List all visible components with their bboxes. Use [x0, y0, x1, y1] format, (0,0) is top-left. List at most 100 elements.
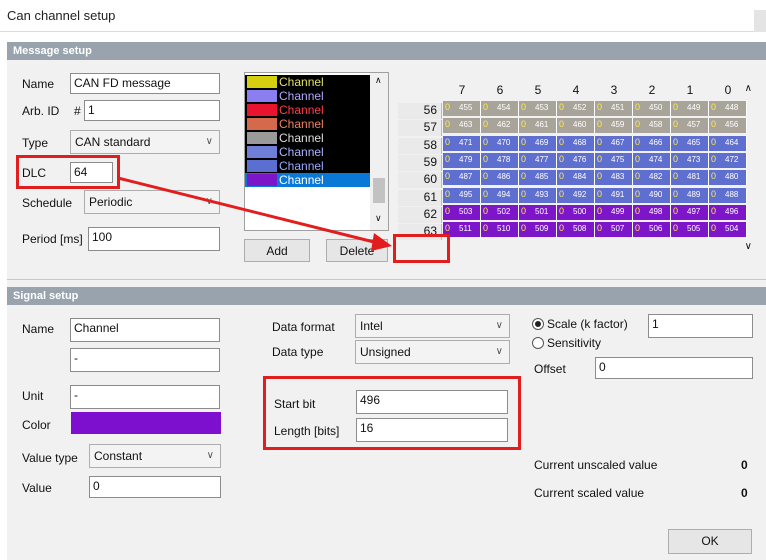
arb-id-input[interactable]: 1	[84, 100, 220, 121]
grid-bit-cell[interactable]: 0 497	[671, 204, 709, 220]
grid-bit-cell[interactable]: 0 478	[481, 152, 519, 168]
chevron-up-icon[interactable]: ∧	[745, 83, 752, 94]
data-format-select[interactable]: Intel ∨	[355, 314, 510, 338]
grid-bit-cell[interactable]: 0 510	[481, 222, 519, 238]
grid-bit-cell[interactable]: 0 473	[671, 152, 709, 168]
window-scrollbar[interactable]	[754, 10, 766, 32]
data-type-select[interactable]: Unsigned ∨	[355, 340, 510, 364]
channel-list[interactable]: Channel Channel Channel Channel Channel …	[244, 72, 389, 231]
delete-button[interactable]: Delete	[326, 239, 388, 262]
grid-bit-cell[interactable]: 0 489	[671, 187, 709, 203]
grid-bit-cell[interactable]: 0 475	[595, 152, 633, 168]
channel-list-item[interactable]: Channel	[245, 103, 371, 117]
value-type-select[interactable]: Constant ∨	[89, 444, 221, 468]
grid-bit-cell[interactable]: 0 454	[481, 101, 519, 116]
signal-name-input[interactable]: Channel	[70, 318, 220, 342]
ok-button[interactable]: OK	[668, 529, 752, 554]
channel-list-item[interactable]: Channel	[245, 159, 371, 173]
channel-list-item[interactable]: Channel	[245, 89, 371, 103]
grid-bit-cell[interactable]: 0 504	[709, 222, 747, 238]
grid-bit-cell[interactable]: 0 466	[633, 135, 671, 151]
grid-bit-cell[interactable]: 0 459	[595, 118, 633, 134]
chevron-up-icon[interactable]: ∧	[375, 75, 382, 86]
grid-bit-cell[interactable]: 0 500	[557, 204, 595, 220]
grid-bit-cell[interactable]: 0 465	[671, 135, 709, 151]
grid-bit-cell[interactable]: 0 506	[633, 222, 671, 238]
grid-bit-cell[interactable]: 0 470	[481, 135, 519, 151]
grid-bit-cell[interactable]: 0 467	[595, 135, 633, 151]
grid-bit-cell[interactable]: 0 448	[709, 101, 747, 116]
grid-bit-cell[interactable]: 0 463	[443, 118, 481, 134]
grid-bit-cell[interactable]: 0 482	[633, 170, 671, 186]
grid-bit-cell[interactable]: 0 452	[557, 101, 595, 116]
grid-row-label[interactable]: 58	[398, 137, 442, 154]
grid-bit-cell[interactable]: 0 485	[519, 170, 557, 186]
grid-bit-cell[interactable]: 0 474	[633, 152, 671, 168]
grid-row-label[interactable]: 61	[398, 189, 442, 206]
grid-row-label[interactable]: 60	[398, 172, 442, 189]
channel-list-item[interactable]: Channel	[245, 117, 371, 131]
grid-bit-cell[interactable]: 0 501	[519, 204, 557, 220]
grid-bit-cell[interactable]: 0 484	[557, 170, 595, 186]
unit-input[interactable]: -	[70, 385, 220, 409]
grid-bit-cell[interactable]: 0 508	[557, 222, 595, 238]
grid-bit-cell[interactable]: 0 464	[709, 135, 747, 151]
grid-bit-cell[interactable]: 0 451	[595, 101, 633, 116]
grid-bit-cell[interactable]: 0 458	[633, 118, 671, 134]
channel-list-item[interactable]: Channel	[245, 131, 371, 145]
grid-bit-cell[interactable]: 0 462	[481, 118, 519, 134]
grid-row-label[interactable]: 62	[398, 206, 442, 223]
grid-bit-cell[interactable]: 0 481	[671, 170, 709, 186]
grid-bit-cell[interactable]: 0 492	[557, 187, 595, 203]
grid-bit-cell[interactable]: 0 490	[633, 187, 671, 203]
offset-input[interactable]: 0	[595, 357, 753, 379]
scale-radio[interactable]	[532, 318, 544, 330]
scrollbar-thumb[interactable]	[373, 178, 385, 203]
grid-bit-cell[interactable]: 0 491	[595, 187, 633, 203]
chevron-down-icon[interactable]: ∨	[375, 213, 382, 224]
grid-row-label[interactable]: 59	[398, 154, 442, 171]
grid-bit-cell[interactable]: 0 486	[481, 170, 519, 186]
grid-row-label[interactable]: 56	[398, 103, 442, 119]
grid-bit-cell[interactable]: 0 457	[671, 118, 709, 134]
grid-bit-cell[interactable]: 0 469	[519, 135, 557, 151]
chevron-down-icon[interactable]: ∨	[745, 241, 752, 252]
period-input[interactable]: 100	[88, 227, 220, 251]
grid-bit-cell[interactable]: 0 453	[519, 101, 557, 116]
value-input[interactable]: 0	[89, 476, 221, 498]
grid-bit-cell[interactable]: 0 476	[557, 152, 595, 168]
grid-bit-cell[interactable]: 0 450	[633, 101, 671, 116]
type-select[interactable]: CAN standard ∨	[70, 130, 220, 154]
grid-bit-cell[interactable]: 0 488	[709, 187, 747, 203]
grid-bit-cell[interactable]: 0 498	[633, 204, 671, 220]
grid-bit-cell[interactable]: 0 479	[443, 152, 481, 168]
signal-description-input[interactable]: -	[70, 348, 220, 372]
grid-bit-cell[interactable]: 0 461	[519, 118, 557, 134]
grid-bit-cell[interactable]: 0 468	[557, 135, 595, 151]
grid-bit-cell[interactable]: 0 502	[481, 204, 519, 220]
grid-bit-cell[interactable]: 0 503	[443, 204, 481, 220]
channel-list-item[interactable]: Channel	[245, 145, 371, 159]
grid-bit-cell[interactable]: 0 499	[595, 204, 633, 220]
grid-bit-cell[interactable]: 0 460	[557, 118, 595, 134]
grid-bit-cell[interactable]: 0 487	[443, 170, 481, 186]
grid-bit-cell[interactable]: 0 449	[671, 101, 709, 116]
grid-row-label[interactable]: 57	[398, 120, 442, 137]
grid-bit-cell[interactable]: 0 493	[519, 187, 557, 203]
sensitivity-radio[interactable]	[532, 337, 544, 349]
grid-bit-cell[interactable]: 0 480	[709, 170, 747, 186]
channel-list-item[interactable]: Channel	[245, 75, 371, 89]
grid-bit-cell[interactable]: 0 483	[595, 170, 633, 186]
grid-bit-cell[interactable]: 0 477	[519, 152, 557, 168]
grid-bit-cell[interactable]: 0 505	[671, 222, 709, 238]
grid-bit-cell[interactable]: 0 471	[443, 135, 481, 151]
message-name-input[interactable]: CAN FD message	[70, 73, 220, 94]
channel-list-item-selected[interactable]: Channel	[245, 173, 371, 187]
grid-bit-cell[interactable]: 0 456	[709, 118, 747, 134]
grid-bit-cell[interactable]: 0 472	[709, 152, 747, 168]
grid-bit-cell[interactable]: 0 496	[709, 204, 747, 220]
scale-input[interactable]: 1	[648, 314, 753, 338]
grid-bit-cell[interactable]: 0 507	[595, 222, 633, 238]
grid-bit-cell[interactable]: 0 455	[443, 101, 481, 116]
channel-list-scrollbar[interactable]: ∧ ∨	[370, 73, 388, 230]
